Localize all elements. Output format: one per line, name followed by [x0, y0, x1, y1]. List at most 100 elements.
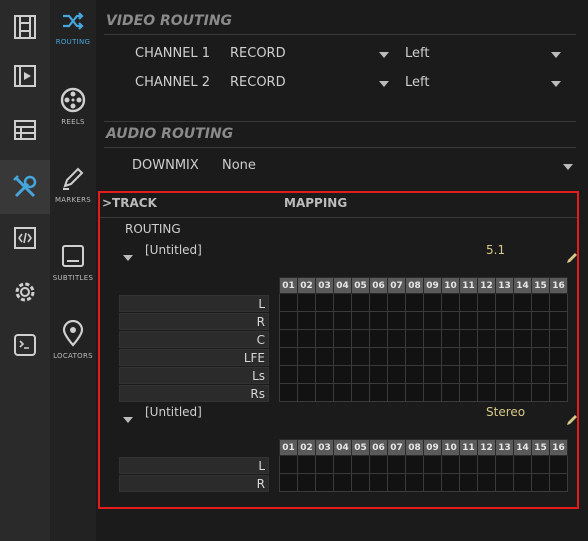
mapping-cell[interactable] [405, 383, 424, 402]
mapping-cell[interactable] [351, 347, 370, 366]
mapping-cell[interactable] [531, 365, 550, 384]
mapping-cell[interactable] [279, 329, 298, 348]
mapping-cell[interactable] [531, 455, 550, 474]
mapping-cell[interactable] [405, 347, 424, 366]
mapping-cell[interactable] [387, 329, 406, 348]
mapping-cell[interactable] [531, 347, 550, 366]
mapping-cell[interactable] [387, 311, 406, 330]
mapping-cell[interactable] [441, 329, 460, 348]
mapping-cell[interactable] [513, 383, 532, 402]
mapping-cell[interactable] [513, 347, 532, 366]
mapping-cell[interactable] [279, 473, 298, 492]
mapping-cell[interactable] [351, 455, 370, 474]
mapping-cell[interactable] [279, 383, 298, 402]
mapping-cell[interactable] [297, 293, 316, 312]
mapping-cell[interactable] [315, 365, 334, 384]
chevron-down-icon[interactable] [551, 52, 561, 58]
nav-markers[interactable]: MARKERS [50, 156, 96, 234]
mapping-cell[interactable] [513, 455, 532, 474]
downmix-select[interactable]: None [222, 158, 256, 173]
mapping-cell[interactable] [279, 365, 298, 384]
chevron-down-icon[interactable] [563, 164, 573, 170]
mapping-cell[interactable] [513, 329, 532, 348]
mapping-cell[interactable] [549, 455, 568, 474]
mapping-cell[interactable] [387, 383, 406, 402]
track-1-mapping-grid[interactable]: 01 02 03 04 05 06 07 08 09 10 11 12 13 14 15 16 [279, 277, 568, 402]
mapping-cell[interactable] [477, 455, 496, 474]
collapse-track-2-icon[interactable] [123, 417, 133, 423]
mapping-cell[interactable] [423, 455, 442, 474]
film-strip-icon[interactable] [0, 0, 50, 54]
mapping-cell[interactable] [477, 473, 496, 492]
mapping-cell[interactable] [297, 311, 316, 330]
mapping-cell[interactable] [459, 473, 478, 492]
mapping-cell[interactable] [477, 365, 496, 384]
mapping-cell[interactable] [279, 311, 298, 330]
mapping-cell[interactable] [405, 311, 424, 330]
mapping-cell[interactable] [513, 311, 532, 330]
mapping-cell[interactable] [477, 347, 496, 366]
mapping-cell[interactable] [495, 455, 514, 474]
mapping-cell[interactable] [351, 365, 370, 384]
mapping-cell[interactable] [495, 311, 514, 330]
mapping-cell[interactable] [333, 311, 352, 330]
mapping-cell[interactable] [297, 383, 316, 402]
mapping-cell[interactable] [441, 455, 460, 474]
mapping-cell[interactable] [279, 455, 298, 474]
mapping-cell[interactable] [387, 455, 406, 474]
mapping-cell[interactable] [315, 347, 334, 366]
mapping-cell[interactable] [477, 329, 496, 348]
mapping-cell[interactable] [369, 347, 388, 366]
mapping-cell[interactable] [369, 329, 388, 348]
chevron-down-icon[interactable] [379, 81, 389, 87]
track-header[interactable]: >TRACK [102, 196, 157, 210]
mapping-cell[interactable] [477, 293, 496, 312]
mapping-cell[interactable] [315, 293, 334, 312]
mapping-cell[interactable] [477, 383, 496, 402]
mapping-cell[interactable] [405, 365, 424, 384]
mapping-cell[interactable] [369, 383, 388, 402]
mapping-cell[interactable] [369, 473, 388, 492]
mapping-cell[interactable] [333, 293, 352, 312]
chevron-down-icon[interactable] [379, 52, 389, 58]
mapping-cell[interactable] [495, 383, 514, 402]
nav-subtitles[interactable]: SUBTITLES [50, 234, 96, 312]
chevron-down-icon[interactable] [551, 81, 561, 87]
mapping-cell[interactable] [405, 473, 424, 492]
mapping-cell[interactable] [459, 329, 478, 348]
mapping-cell[interactable] [333, 329, 352, 348]
mapping-cell[interactable] [297, 455, 316, 474]
mapping-cell[interactable] [333, 347, 352, 366]
mapping-cell[interactable] [549, 311, 568, 330]
mapping-cell[interactable] [333, 455, 352, 474]
mapping-cell[interactable] [387, 293, 406, 312]
mapping-cell[interactable] [315, 329, 334, 348]
list-panel-icon[interactable] [0, 103, 50, 157]
mapping-cell[interactable] [297, 347, 316, 366]
mapping-cell[interactable] [423, 473, 442, 492]
mapping-cell[interactable] [459, 311, 478, 330]
channel-1-source-select[interactable]: RECORD [230, 46, 286, 61]
track-2-mapping-grid[interactable]: 01 02 03 04 05 06 07 08 09 10 11 12 13 14 15 16 [279, 439, 568, 492]
mapping-cell[interactable] [405, 455, 424, 474]
mapping-cell[interactable] [459, 365, 478, 384]
nav-routing[interactable]: ROUTING [50, 0, 96, 78]
mapping-cell[interactable] [351, 473, 370, 492]
tools-icon[interactable] [0, 160, 50, 214]
nav-locators[interactable]: LOCATORS [50, 312, 96, 390]
mapping-cell[interactable] [549, 329, 568, 348]
mapping-cell[interactable] [495, 347, 514, 366]
mapping-cell[interactable] [441, 311, 460, 330]
mapping-cell[interactable] [441, 293, 460, 312]
mapping-cell[interactable] [351, 329, 370, 348]
edit-pencil-icon[interactable] [565, 251, 579, 265]
mapping-cell[interactable] [549, 347, 568, 366]
play-clip-icon[interactable] [0, 49, 50, 103]
mapping-cell[interactable] [459, 455, 478, 474]
mapping-cell[interactable] [477, 311, 496, 330]
mapping-cell[interactable] [441, 347, 460, 366]
mapping-cell[interactable] [441, 383, 460, 402]
mapping-cell[interactable] [423, 293, 442, 312]
mapping-cell[interactable] [513, 473, 532, 492]
mapping-cell[interactable] [315, 383, 334, 402]
